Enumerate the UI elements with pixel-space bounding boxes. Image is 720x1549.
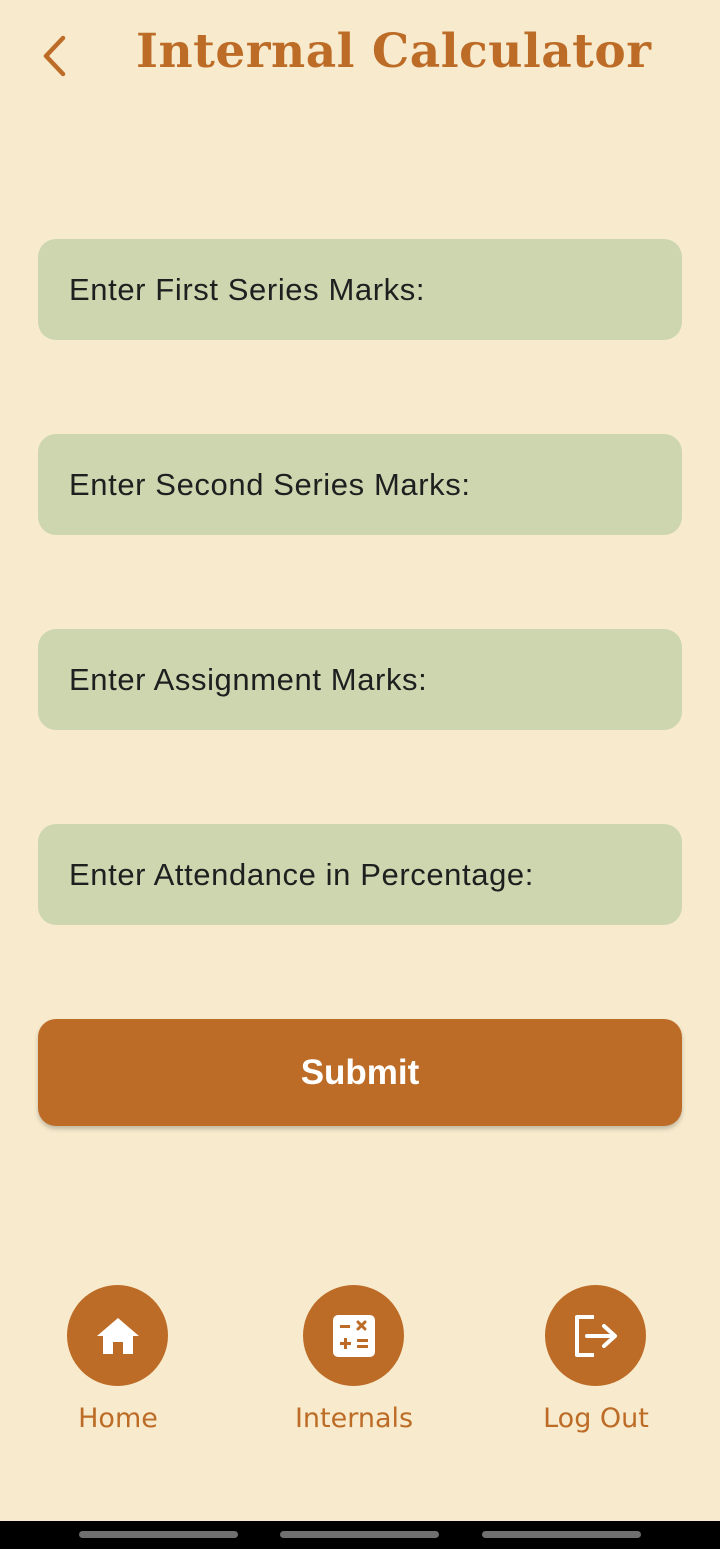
second-series-marks-field[interactable]: Enter Second Series Marks: (38, 434, 682, 535)
nav-item-internals[interactable]: Internals (274, 1285, 434, 1445)
nav-internals-label: Internals (294, 1403, 414, 1434)
nav-logout-label: Log Out (543, 1403, 649, 1434)
system-back-pill[interactable] (482, 1531, 641, 1538)
assignment-marks-field[interactable]: Enter Assignment Marks: (38, 629, 682, 730)
system-home-pill[interactable] (280, 1531, 439, 1538)
attendance-percentage-field[interactable]: Enter Attendance in Percentage: (38, 824, 682, 925)
chevron-left-icon (43, 35, 66, 77)
app-header: Internal Calculator (0, 0, 720, 120)
page-title: Internal Calculator (136, 24, 652, 79)
submit-button[interactable]: Submit (38, 1019, 682, 1126)
system-recents-pill[interactable] (79, 1531, 238, 1538)
attendance-percentage-placeholder: Enter Attendance in Percentage: (69, 856, 534, 892)
assignment-marks-placeholder: Enter Assignment Marks: (69, 661, 428, 697)
first-series-marks-placeholder: Enter First Series Marks: (69, 271, 426, 307)
second-series-marks-placeholder: Enter Second Series Marks: (69, 466, 471, 502)
first-series-marks-field[interactable]: Enter First Series Marks: (38, 239, 682, 340)
system-navigation-bar (0, 1521, 720, 1549)
calculator-icon (332, 1314, 375, 1357)
logout-icon (574, 1314, 617, 1357)
nav-item-home[interactable]: Home (38, 1285, 198, 1445)
nav-internals-circle[interactable] (303, 1285, 404, 1386)
nav-item-logout[interactable]: Log Out (516, 1285, 676, 1445)
home-icon (96, 1317, 139, 1354)
nav-logout-circle[interactable] (545, 1285, 646, 1386)
nav-home-circle[interactable] (67, 1285, 168, 1386)
back-button[interactable] (30, 28, 78, 84)
nav-home-label: Home (78, 1403, 158, 1434)
submit-button-label: Submit (300, 1052, 420, 1092)
